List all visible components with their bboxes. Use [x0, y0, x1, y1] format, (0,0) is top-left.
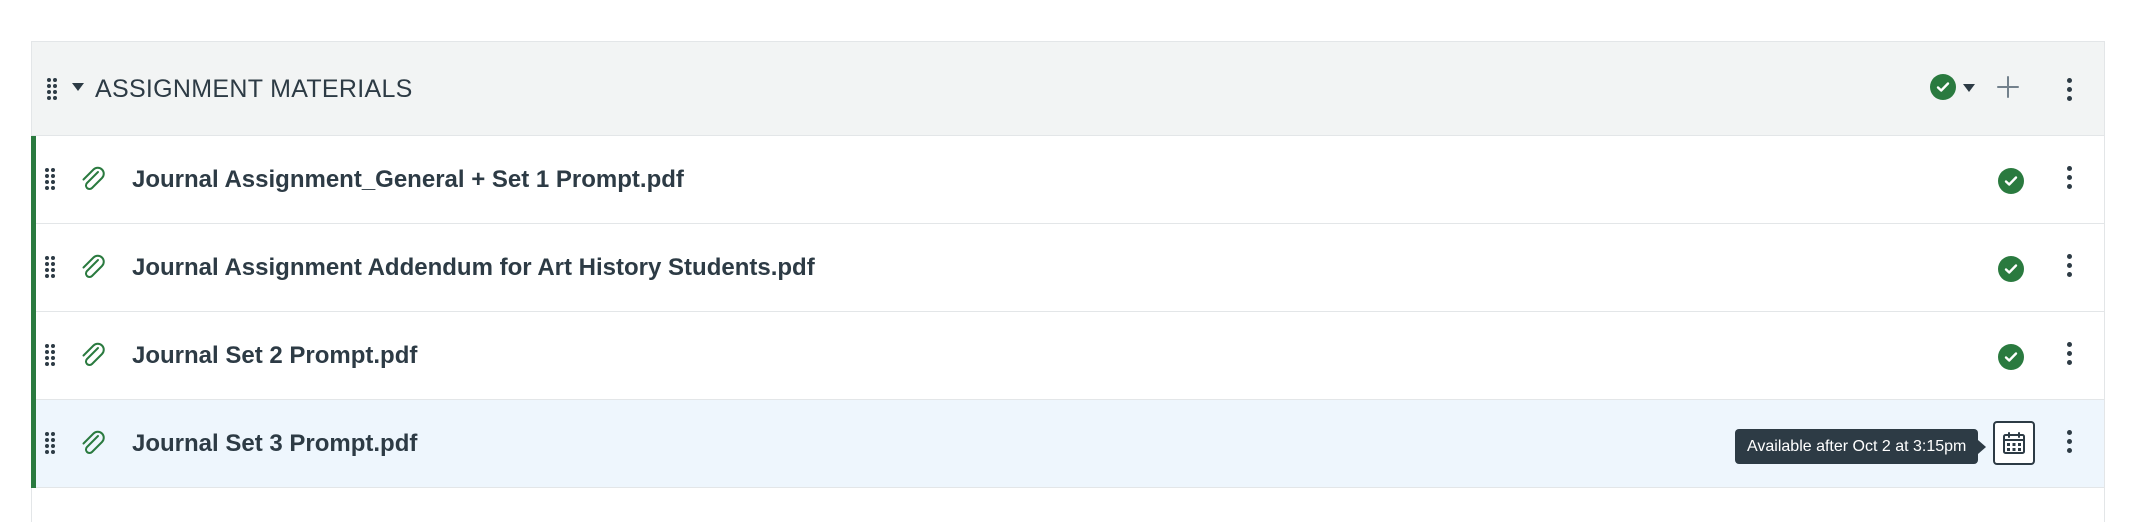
module-assignment-materials: ASSIGNMENT MATERIALS Journal Assignment_… [31, 41, 2105, 522]
module-items-list: Journal Assignment_General + Set 1 Promp… [31, 136, 2104, 488]
add-item-button[interactable] [1994, 73, 2022, 101]
paperclip-icon [78, 429, 108, 459]
drag-handle-icon[interactable] [46, 77, 58, 101]
collapse-caret-icon[interactable] [72, 83, 84, 91]
availability-tooltip: Available after Oct 2 at 3:15pm [1735, 429, 1987, 464]
module-item-title[interactable]: Journal Set 2 Prompt.pdf [132, 342, 417, 370]
published-check-icon[interactable] [1998, 256, 2024, 282]
module-item[interactable]: Journal Set 2 Prompt.pdf [31, 312, 2104, 400]
drag-handle-icon[interactable] [44, 167, 56, 191]
module-item[interactable]: Journal Set 3 Prompt.pdf Available after… [31, 400, 2104, 488]
paperclip-icon [78, 253, 108, 283]
module-item-title[interactable]: Journal Set 3 Prompt.pdf [132, 430, 417, 458]
item-options-kebab-icon[interactable] [2066, 342, 2072, 370]
module-item-title[interactable]: Journal Assignment_General + Set 1 Promp… [132, 166, 684, 194]
scheduled-calendar-button[interactable] [1993, 421, 2035, 465]
module-item[interactable]: Journal Assignment Addendum for Art Hist… [31, 224, 2104, 312]
module-item[interactable]: Journal Assignment_General + Set 1 Promp… [31, 136, 2104, 224]
drag-handle-icon[interactable] [44, 343, 56, 367]
calendar-icon [2003, 432, 2025, 454]
paperclip-icon [78, 341, 108, 371]
item-options-kebab-icon[interactable] [2066, 430, 2072, 458]
publish-menu-caret-icon[interactable] [1963, 84, 1975, 92]
module-item-title[interactable]: Journal Assignment Addendum for Art Hist… [132, 254, 815, 282]
drag-handle-icon[interactable] [44, 255, 56, 279]
published-check-icon[interactable] [1998, 168, 2024, 194]
module-options-kebab-icon[interactable] [2066, 78, 2072, 106]
item-options-kebab-icon[interactable] [2066, 254, 2072, 282]
module-title: ASSIGNMENT MATERIALS [95, 75, 413, 103]
drag-handle-icon[interactable] [44, 431, 56, 455]
item-options-kebab-icon[interactable] [2066, 166, 2072, 194]
module-header[interactable]: ASSIGNMENT MATERIALS [32, 42, 2104, 136]
paperclip-icon [78, 165, 108, 195]
published-check-icon[interactable] [1930, 74, 1956, 100]
published-check-icon[interactable] [1998, 344, 2024, 370]
